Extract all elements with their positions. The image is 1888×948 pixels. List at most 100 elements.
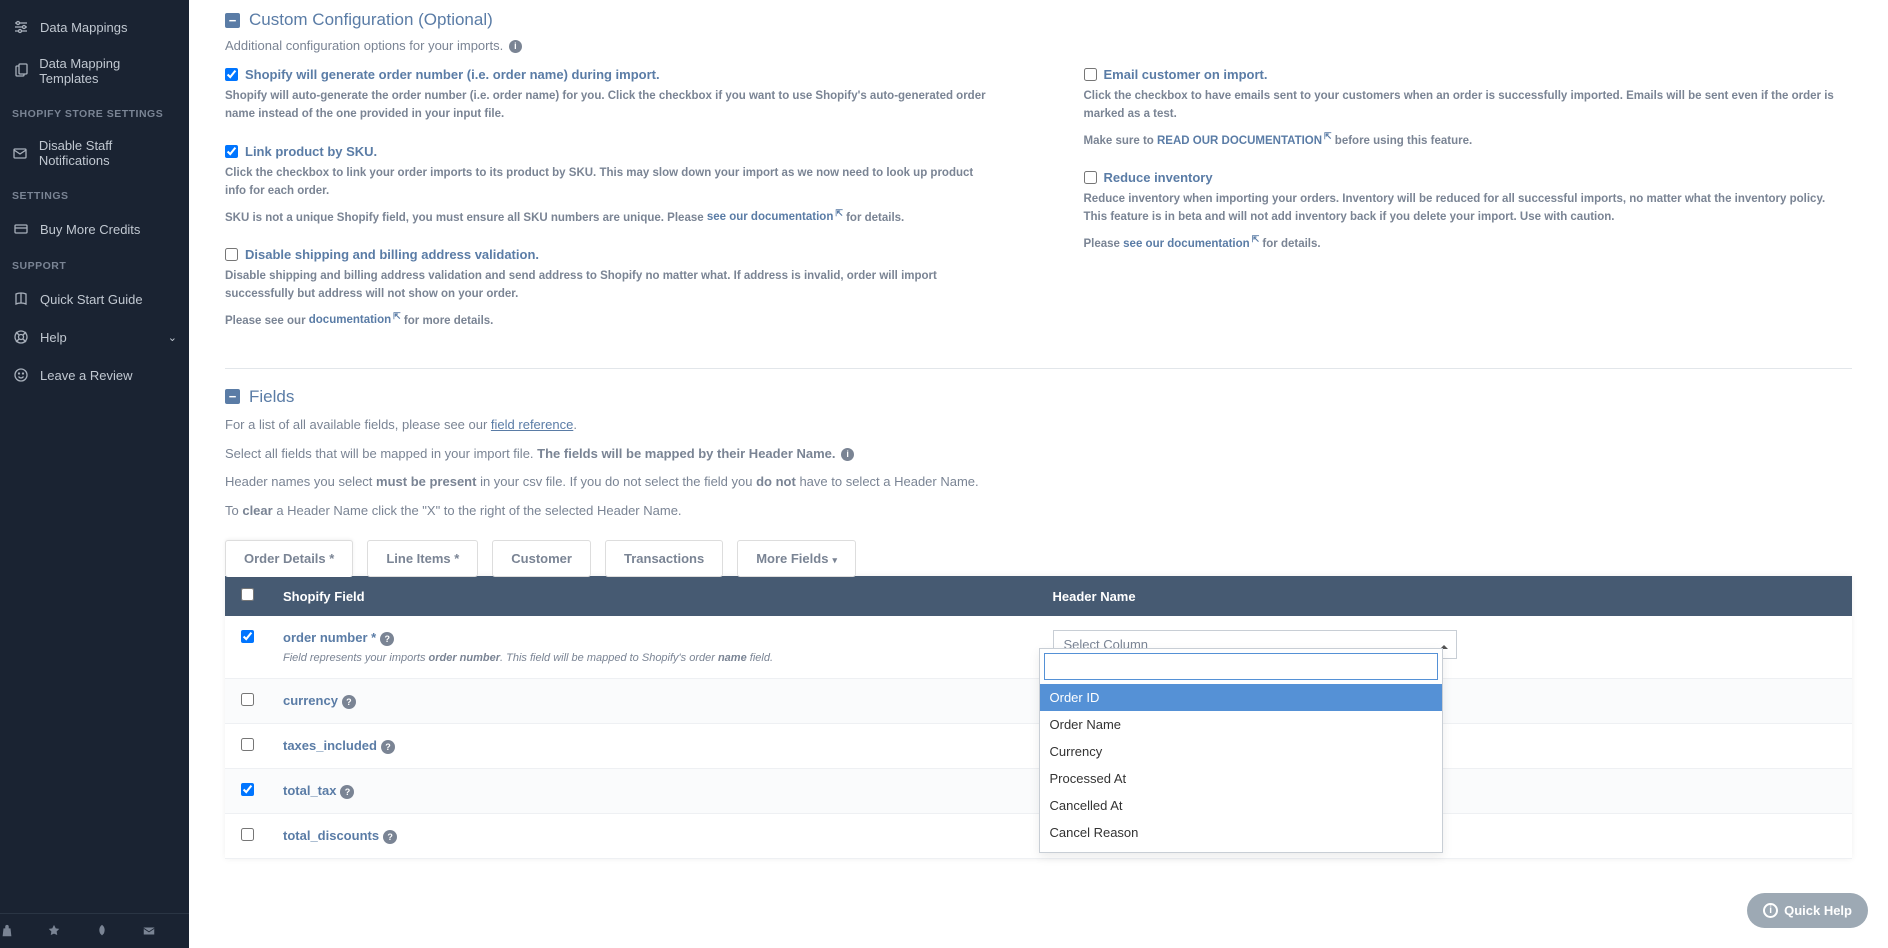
sidebar-heading-store: SHOPIFY STORE SETTINGS bbox=[0, 96, 189, 128]
opt-title-text: Reduce inventory bbox=[1104, 170, 1213, 185]
fields-help-line: Header names you select must be present … bbox=[225, 472, 1852, 493]
opt-desc-text: Click the checkbox to link your order im… bbox=[225, 164, 994, 201]
field-row-checkbox[interactable] bbox=[241, 828, 254, 841]
opt-desc-text: Disable shipping and billing address val… bbox=[225, 267, 994, 304]
smile-icon bbox=[12, 366, 30, 384]
sidebar-item-label: Quick Start Guide bbox=[40, 292, 143, 307]
opt-title-text: Shopify will generate order number (i.e.… bbox=[245, 67, 660, 82]
field-row-checkbox[interactable] bbox=[241, 630, 254, 643]
opt-reduce-inventory: Reduce inventory Reduce inventory when i… bbox=[1084, 170, 1853, 253]
book-icon bbox=[12, 290, 30, 308]
tabs: Order Details * Line Items * Customer Tr… bbox=[225, 540, 1852, 577]
footer-bag-icon[interactable] bbox=[0, 914, 47, 948]
tab-line-items[interactable]: Line Items * bbox=[367, 540, 478, 577]
tab-order-details[interactable]: Order Details * bbox=[225, 540, 353, 577]
footer-star-icon[interactable] bbox=[47, 914, 94, 948]
footer-rocket-icon[interactable] bbox=[95, 914, 142, 948]
opt-link-product-by-sku: Link product by SKU. Click the checkbox … bbox=[225, 144, 994, 227]
opt-link-sku-checkbox[interactable] bbox=[225, 145, 238, 158]
opt-reduce-inventory-checkbox[interactable] bbox=[1084, 171, 1097, 184]
sidebar-item-help[interactable]: Help ⌄ bbox=[0, 318, 189, 356]
section-divider bbox=[225, 368, 1852, 369]
opt-generate-order-number: Shopify will generate order number (i.e.… bbox=[225, 67, 994, 124]
life-ring-icon bbox=[12, 328, 30, 346]
help-icon[interactable]: ? bbox=[342, 695, 356, 709]
sidebar-item-label: Leave a Review bbox=[40, 368, 133, 383]
opt-desc-text: Shopify will auto-generate the order num… bbox=[225, 87, 994, 124]
opt-desc-text: Reduce inventory when importing your ord… bbox=[1084, 190, 1853, 227]
col-shopify-field: Shopify Field bbox=[269, 576, 1039, 616]
dropdown-item[interactable]: Order ID bbox=[1040, 684, 1442, 711]
dropdown-item[interactable]: Cancel Reason bbox=[1040, 819, 1442, 846]
dropdown-item[interactable]: Currency bbox=[1040, 738, 1442, 765]
help-icon[interactable]: ? bbox=[340, 785, 354, 799]
sidebar-item-buy-more-credits[interactable]: Buy More Credits bbox=[0, 210, 189, 248]
see-documentation-link[interactable]: see our documentation⇱ bbox=[1123, 238, 1259, 250]
sidebar-item-data-mappings[interactable]: Data Mappings bbox=[0, 8, 189, 46]
quick-help-button[interactable]: i Quick Help bbox=[1747, 893, 1868, 928]
tab-more-fields[interactable]: More Fields▾ bbox=[737, 540, 856, 577]
opt-desc-text: Make sure to READ OUR DOCUMENTATION⇱ bef… bbox=[1084, 129, 1853, 150]
custom-config-subtitle: Additional configuration options for you… bbox=[225, 38, 1852, 53]
external-link-icon: ⇱ bbox=[835, 208, 843, 218]
field-name: taxes_included? bbox=[283, 738, 395, 753]
fields-title: − Fields bbox=[225, 387, 1852, 407]
dropdown-item[interactable]: Taxes Included bbox=[1040, 846, 1442, 852]
help-icon[interactable]: ? bbox=[383, 830, 397, 844]
chevron-down-icon: ⌄ bbox=[168, 331, 177, 344]
info-icon[interactable]: i bbox=[841, 448, 854, 461]
dropdown-search-input[interactable] bbox=[1044, 653, 1438, 680]
dropdown-item[interactable]: Order Name bbox=[1040, 711, 1442, 738]
field-row-checkbox[interactable] bbox=[241, 693, 254, 706]
field-row-checkbox[interactable] bbox=[241, 738, 254, 751]
field-reference-link[interactable]: field reference bbox=[491, 417, 573, 432]
col-header-name: Header Name bbox=[1039, 576, 1853, 616]
sidebar-item-label: Disable Staff Notifications bbox=[39, 138, 177, 168]
field-hint: Field represents your imports order numb… bbox=[283, 652, 1025, 664]
opt-title-text: Disable shipping and billing address val… bbox=[245, 247, 539, 262]
select-all-checkbox[interactable] bbox=[241, 588, 254, 601]
field-name: total_discounts? bbox=[283, 828, 397, 843]
config-left-column: Shopify will generate order number (i.e.… bbox=[225, 67, 994, 350]
sidebar-item-quick-start-guide[interactable]: Quick Start Guide bbox=[0, 280, 189, 318]
sidebar-item-label: Buy More Credits bbox=[40, 222, 140, 237]
opt-desc-text: Click the checkbox to have emails sent t… bbox=[1084, 87, 1853, 124]
fields-help-line: To clear a Header Name click the "X" to … bbox=[225, 501, 1852, 522]
caret-down-icon: ▾ bbox=[832, 555, 837, 565]
help-icon[interactable]: ? bbox=[380, 632, 394, 646]
quick-help-label: Quick Help bbox=[1784, 903, 1852, 918]
sidebar: Data Mappings Data Mapping Templates SHO… bbox=[0, 0, 189, 948]
field-name: order number *? bbox=[283, 630, 394, 645]
fields-help-line: Select all fields that will be mapped in… bbox=[225, 444, 1852, 465]
collapse-icon[interactable]: − bbox=[225, 389, 240, 404]
sidebar-item-leave-a-review[interactable]: Leave a Review bbox=[0, 356, 189, 394]
main-content: − Custom Configuration (Optional) Additi… bbox=[189, 0, 1888, 948]
help-icon[interactable]: ? bbox=[381, 740, 395, 754]
collapse-icon[interactable]: − bbox=[225, 13, 240, 28]
sidebar-item-disable-staff-notifications[interactable]: Disable Staff Notifications bbox=[0, 128, 189, 178]
sidebar-item-label: Data Mapping Templates bbox=[39, 56, 177, 86]
field-row-checkbox[interactable] bbox=[241, 783, 254, 796]
opt-desc-text: SKU is not a unique Shopify field, you m… bbox=[225, 206, 994, 227]
sidebar-item-label: Help bbox=[40, 330, 67, 345]
footer-envelope-icon[interactable] bbox=[142, 914, 189, 948]
copy-icon bbox=[12, 62, 29, 80]
opt-desc-text: Please see our documentation⇱ for more d… bbox=[225, 309, 994, 330]
read-documentation-link[interactable]: READ OUR DOCUMENTATION⇱ bbox=[1157, 135, 1332, 147]
fields-help-line: For a list of all available fields, plea… bbox=[225, 415, 1852, 436]
tab-customer[interactable]: Customer bbox=[492, 540, 591, 577]
opt-email-customer-checkbox[interactable] bbox=[1084, 68, 1097, 81]
sidebar-footer bbox=[0, 913, 189, 948]
dropdown-item[interactable]: Processed At bbox=[1040, 765, 1442, 792]
info-icon[interactable]: i bbox=[509, 40, 522, 53]
dropdown-list[interactable]: Order ID Order Name Currency Processed A… bbox=[1040, 684, 1442, 852]
tab-transactions[interactable]: Transactions bbox=[605, 540, 723, 577]
see-documentation-link[interactable]: see our documentation⇱ bbox=[707, 211, 843, 223]
config-right-column: Email customer on import. Click the chec… bbox=[1084, 67, 1853, 350]
documentation-link[interactable]: documentation⇱ bbox=[309, 314, 401, 326]
opt-disable-address-checkbox[interactable] bbox=[225, 248, 238, 261]
sidebar-item-data-mapping-templates[interactable]: Data Mapping Templates bbox=[0, 46, 189, 96]
dropdown-item[interactable]: Cancelled At bbox=[1040, 792, 1442, 819]
opt-generate-order-number-checkbox[interactable] bbox=[225, 68, 238, 81]
sidebar-heading-support: SUPPORT bbox=[0, 248, 189, 280]
